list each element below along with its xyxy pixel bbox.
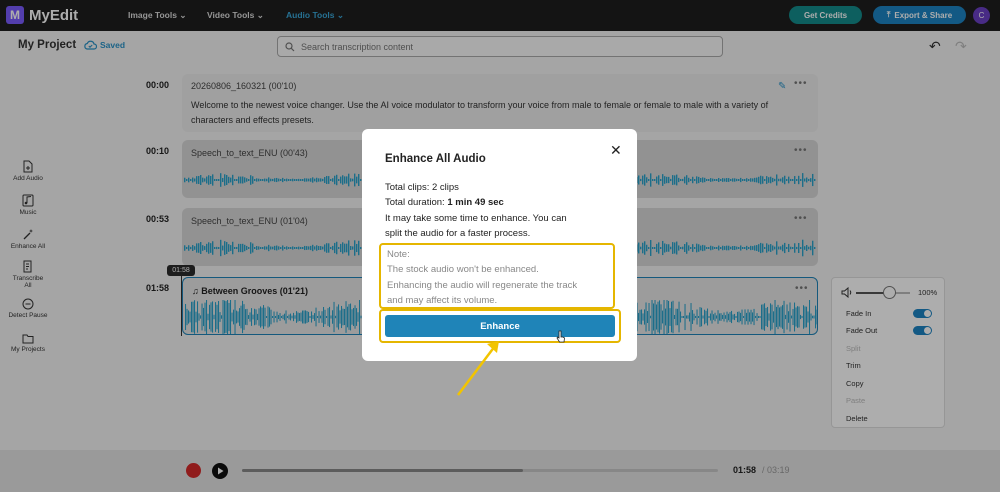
- note-box: Note: The stock audio won't be enhanced.…: [379, 243, 615, 309]
- note-line: The stock audio won't be enhanced.: [387, 264, 539, 275]
- note-line: Enhancing the audio will regenerate the …: [387, 280, 578, 291]
- dialog-title: Enhance All Audio: [385, 153, 486, 165]
- pointer-arrow-icon: [457, 341, 499, 396]
- enhance-button[interactable]: Enhance: [385, 315, 615, 337]
- total-duration-text: Total duration: 1 min 49 sec: [385, 197, 504, 208]
- info-text-line: split the audio for a faster process.: [385, 228, 531, 239]
- total-clips-text: Total clips: 2 clips: [385, 182, 459, 193]
- enhance-all-dialog: Enhance All Audio ✕ Total clips: 2 clips…: [362, 129, 637, 361]
- info-text-line: It may take some time to enhance. You ca…: [385, 213, 567, 224]
- mouse-cursor-icon: [556, 330, 565, 343]
- note-line: and may affect its volume.: [387, 295, 498, 306]
- close-icon[interactable]: ✕: [610, 142, 622, 159]
- note-title: Note:: [387, 249, 410, 260]
